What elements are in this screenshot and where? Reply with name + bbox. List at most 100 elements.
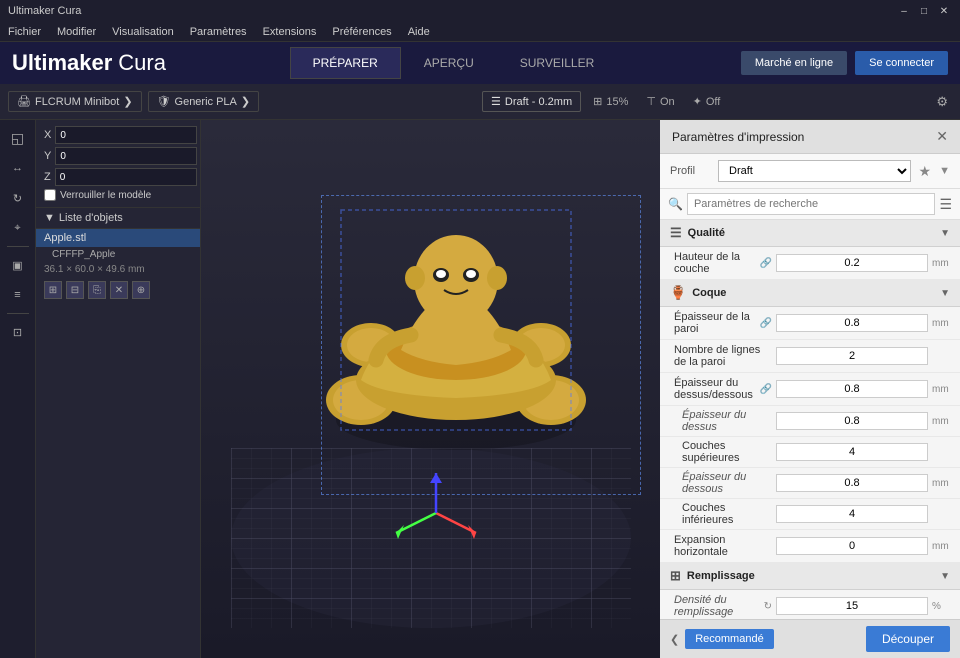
- window-controls: – □ ✕: [896, 4, 952, 18]
- profile-star-icon[interactable]: ★: [919, 163, 932, 180]
- left-toolbar: ◱ ↔ ↻ ⌖ ▣ ≡ ⊡: [0, 120, 36, 658]
- exp-horiz-input[interactable]: [776, 537, 928, 555]
- obj-action-4[interactable]: ✕: [110, 281, 128, 299]
- obj-item-name: Apple.stl: [44, 232, 86, 244]
- logo-sub: Cura: [118, 50, 166, 76]
- se-connecter-button[interactable]: Se connecter: [855, 51, 948, 75]
- recommended-button[interactable]: Recommandé: [685, 629, 773, 649]
- obj-list-title: Liste d'objets: [59, 212, 123, 224]
- tool-scale[interactable]: ↻: [4, 184, 32, 212]
- profile-arrow-icon[interactable]: ▼: [939, 165, 950, 177]
- menu-aide[interactable]: Aide: [404, 25, 434, 39]
- remplissage-label: Remplissage: [687, 570, 755, 582]
- settings-gear-button[interactable]: ⚙: [932, 92, 952, 112]
- couches-inf-input[interactable]: [776, 505, 928, 523]
- left-panel: X mm Y mm Z mm Verrouiller le modèle ▼ L…: [36, 120, 201, 658]
- couches-sup-input[interactable]: [776, 443, 928, 461]
- coque-label: Coque: [692, 287, 726, 299]
- tool-mirror[interactable]: ▣: [4, 251, 32, 279]
- obj-dims-text: 36.1 × 60.0 × 49.6 mm: [44, 264, 145, 275]
- obj-action-1[interactable]: ⊞: [44, 281, 62, 299]
- tool-select[interactable]: ◱: [4, 124, 32, 152]
- search-input[interactable]: [687, 193, 935, 215]
- ep-paroi-lock[interactable]: 🔗: [760, 318, 772, 329]
- close-button[interactable]: ✕: [936, 4, 952, 18]
- object-list-header[interactable]: ▼ Liste d'objets: [36, 208, 200, 229]
- panel-footer-arrow-left[interactable]: ❮: [670, 633, 679, 646]
- infill-pct: 15%: [606, 96, 628, 108]
- lock-row: Verrouiller le modèle: [44, 189, 192, 201]
- obj-action-3[interactable]: ⎘: [88, 281, 106, 299]
- panel-close-button[interactable]: ✕: [936, 128, 948, 145]
- object-list-item[interactable]: Apple.stl: [36, 229, 200, 247]
- minimize-button[interactable]: –: [896, 4, 912, 18]
- printer-selector[interactable]: 🖨 FLCRUM Minibot ❯: [8, 91, 142, 112]
- draft-icon: ☰: [491, 95, 501, 108]
- densite-refresh[interactable]: ↻: [764, 601, 772, 612]
- marche-en-ligne-button[interactable]: Marché en ligne: [741, 51, 847, 75]
- app-title: Ultimaker Cura: [8, 5, 81, 17]
- ep-dessous-name: Épaisseur du dessous: [682, 471, 772, 495]
- lock-label: Verrouiller le modèle: [60, 190, 151, 201]
- tab-preparer[interactable]: PRÉPARER: [290, 47, 401, 79]
- ep-dd-input[interactable]: [776, 380, 928, 398]
- x-input[interactable]: [55, 126, 197, 144]
- menu-fichier[interactable]: Fichier: [4, 25, 45, 39]
- ep-paroi-input[interactable]: [776, 314, 928, 332]
- panel-header: Paramètres d'impression ✕: [660, 120, 960, 154]
- exp-horiz-name: Expansion horizontale: [674, 534, 772, 558]
- profile-select[interactable]: Draft 0.1mm Draft Fine Extra Fine: [718, 160, 911, 182]
- material-selector[interactable]: 🛡 Generic PLA ❯: [148, 91, 260, 112]
- tab-apercu[interactable]: APERÇU: [401, 47, 497, 79]
- right-toolbar: ☰ Draft - 0.2mm ⊞ 15% ⊤ On ✦ Off ⚙: [482, 91, 952, 112]
- menu-extensions[interactable]: Extensions: [259, 25, 321, 39]
- x-label: X: [44, 129, 51, 141]
- section-quality[interactable]: ☰ Qualité ▼: [660, 220, 960, 247]
- couches-sup-name: Couches supérieures: [682, 440, 772, 464]
- lock-checkbox[interactable]: [44, 189, 56, 201]
- y-input[interactable]: [55, 147, 197, 165]
- setting-densite: Densité du remplissage ↻ %: [660, 590, 960, 619]
- setting-ep-dessus: Épaisseur du dessus mm: [660, 406, 960, 437]
- ep-dessous-input[interactable]: [776, 474, 928, 492]
- hauteur-couche-input[interactable]: [776, 254, 928, 272]
- z-input[interactable]: [55, 168, 197, 186]
- tab-surveiller[interactable]: SURVEILLER: [497, 47, 617, 79]
- tool-rotate[interactable]: ⌖: [4, 214, 32, 242]
- z-row: Z mm: [44, 168, 192, 186]
- obj-action-5[interactable]: ⊕: [132, 281, 150, 299]
- printer-section: 🖨 FLCRUM Minibot ❯ 🛡 Generic PLA ❯: [8, 91, 478, 112]
- panel-title: Paramètres d'impression: [672, 130, 804, 144]
- tool-move[interactable]: ↔: [4, 154, 32, 182]
- section-remplissage[interactable]: ⊞ Remplissage ▼: [660, 563, 960, 590]
- viewport[interactable]: [201, 120, 660, 658]
- main-content: ◱ ↔ ↻ ⌖ ▣ ≡ ⊡ X mm Y mm Z mm: [0, 120, 960, 658]
- nb-lignes-input[interactable]: [776, 347, 928, 365]
- app-logo: Ultimaker Cura: [12, 50, 166, 76]
- densite-input[interactable]: [776, 597, 928, 615]
- search-menu-icon[interactable]: ☰: [939, 196, 952, 213]
- menu-visualisation[interactable]: Visualisation: [108, 25, 178, 39]
- draft-selector[interactable]: ☰ Draft - 0.2mm: [482, 91, 581, 112]
- tool-support[interactable]: ≡: [4, 281, 32, 309]
- menu-modifier[interactable]: Modifier: [53, 25, 100, 39]
- header-actions: Marché en ligne Se connecter: [741, 51, 948, 75]
- maximize-button[interactable]: □: [916, 4, 932, 18]
- menu-parametres[interactable]: Paramètres: [186, 25, 251, 39]
- obj-action-2[interactable]: ⊟: [66, 281, 84, 299]
- ep-dd-lock[interactable]: 🔗: [760, 384, 772, 395]
- profile-row: Profil Draft 0.1mm Draft Fine Extra Fine…: [660, 154, 960, 189]
- support-off-label: Off: [706, 96, 720, 108]
- tool-view[interactable]: ⊡: [4, 318, 32, 346]
- obj-sub-item: CFFFP_Apple: [36, 247, 200, 262]
- infill-stat: ⊞ 15%: [587, 93, 634, 110]
- slice-button[interactable]: Découper: [866, 626, 950, 652]
- coque-arrow: ▼: [940, 288, 950, 299]
- section-coque[interactable]: 🏺 Coque ▼: [660, 280, 960, 307]
- lock-icon[interactable]: 🔗: [760, 258, 772, 269]
- ep-paroi-name: Épaisseur de la paroi: [674, 311, 756, 335]
- menu-preferences[interactable]: Préférences: [328, 25, 395, 39]
- obj-sub-name: CFFFP_Apple: [52, 249, 115, 260]
- ep-dessus-name: Épaisseur du dessus: [682, 409, 772, 433]
- ep-dessus-input[interactable]: [776, 412, 928, 430]
